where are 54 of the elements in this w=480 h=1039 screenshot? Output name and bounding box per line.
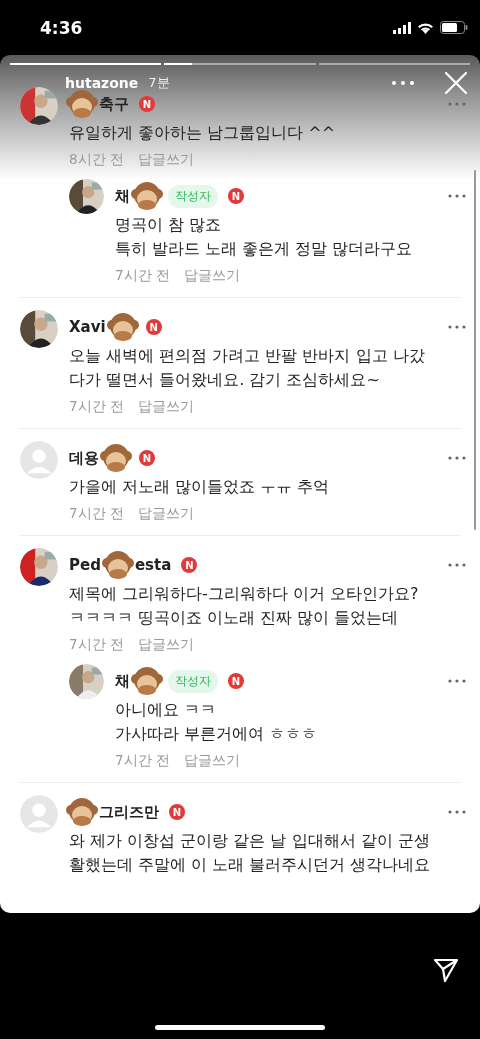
comment-time: 7시간 전 [69,397,124,416]
comment-text: 제목에 그리워하다-그리워하다 이거 오타인가요? ㅋㅋㅋㅋ 띵곡이죠 이노래 진짜 많이 들었는데 [69,583,420,629]
user-name[interactable]: esta [134,556,172,574]
n-badge: N [145,319,162,335]
send-icon[interactable] [433,957,459,983]
monkey-icon [130,179,164,213]
user-name[interactable]: Xavi [69,318,106,336]
more-icon[interactable] [448,679,466,683]
comment-text: 가을에 저노래 많이들었죠 ㅜㅠ 추억 [69,476,331,498]
comment-text: 와 제가 이창섭 군이랑 같은 날 입대해서 같이 군생 활했는데 주말에 이 노래 불러주시던거 생각나네요 [69,830,432,876]
more-icon[interactable] [448,456,466,460]
comment-time: 7시간 전 [115,751,170,770]
more-icon[interactable] [448,810,466,814]
comment-text: 명곡이 참 많죠 특히 발라드 노래 좋은게 정말 많더라구요 [115,214,414,260]
monkey-icon [99,441,133,475]
status-time: 4:36 [40,17,83,38]
comment-time: 8시간 전 [69,150,124,169]
comment-time: 7시간 전 [69,504,124,523]
more-icon[interactable] [448,563,466,567]
monkey-icon [105,310,140,344]
monkey-icon [65,795,99,829]
user-name[interactable]: 그리즈만 [99,802,159,822]
wifi-icon [417,21,434,34]
n-badge: N [181,557,198,573]
user-name[interactable]: 축구 [99,94,129,114]
more-icon[interactable] [448,325,466,329]
more-icon[interactable] [392,81,414,85]
comment-time: 7시간 전 [115,266,170,285]
close-icon[interactable] [444,71,468,95]
comment-time: 7시간 전 [69,635,124,654]
monkey-icon [100,548,135,582]
user-name[interactable]: 채 [115,186,130,206]
user-name[interactable]: 데용 [69,448,99,468]
n-badge: N [228,673,244,689]
n-badge: N [228,188,244,204]
battery-icon [440,21,468,34]
default-avatar-icon [20,795,58,833]
n-badge: N [139,96,155,112]
monkey-icon [130,664,164,698]
story-age: 7분 [148,75,170,91]
account-name[interactable]: hutazone [65,75,139,91]
more-icon[interactable] [448,194,466,198]
default-avatar-icon [20,441,58,479]
author-tag: 작성자 [168,184,218,208]
monkey-icon [65,87,99,121]
comment-text: 아니에요 ㅋㅋ 가사따라 부른거에여 ㅎㅎㅎ [115,699,319,745]
n-badge: N [169,804,185,820]
signal-icon [393,21,411,34]
author-tag: 작성자 [168,669,218,693]
n-badge: N [139,450,155,466]
user-name[interactable]: 채 [115,671,130,691]
comment-text: 오늘 새벽에 편의점 가려고 반팔 반바지 입고 나갔 다가 떨면서 들어왔네요. 감기 조심하세요~ [69,345,426,391]
comment-text: 유일하게 좋아하는 남그룹입니다 ^^ [69,122,337,144]
user-name[interactable]: Ped [69,556,101,574]
